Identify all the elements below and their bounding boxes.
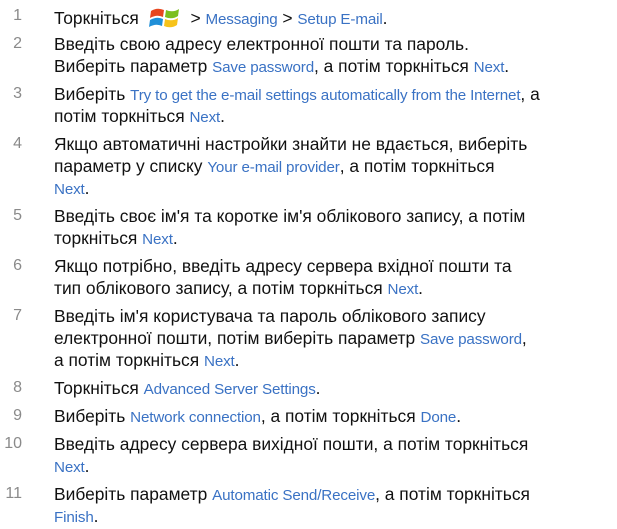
ui-term: Done bbox=[420, 409, 457, 426]
ui-term: Advanced Server Settings bbox=[143, 381, 316, 398]
step-text-segment: Введіть своє ім'я та коротке ім'я обліко… bbox=[54, 206, 526, 226]
step-line: Виберіть Network connection, а потім тор… bbox=[54, 405, 614, 427]
step-text-segment: Якщо потрібно, введіть адресу сервера вх… bbox=[54, 256, 512, 276]
step-line: тип облікового запису, а потім торкнітьс… bbox=[54, 277, 614, 299]
step-number: 2 bbox=[13, 35, 22, 52]
step-line: Якщо потрібно, введіть адресу сервера вх… bbox=[54, 255, 614, 277]
step-text-segment: . bbox=[84, 178, 90, 198]
step-text: Торкніться Advanced Server Settings. bbox=[54, 377, 614, 399]
step-number: 7 bbox=[13, 307, 22, 324]
step-text-segment: , а потім торкніться bbox=[314, 56, 474, 76]
step-number: 1 bbox=[13, 7, 22, 24]
windows-start-icon bbox=[148, 5, 182, 31]
ui-term: Messaging bbox=[205, 11, 278, 28]
step-line: Якщо автоматичні настройки знайти не вда… bbox=[54, 133, 614, 155]
step-line: Торкніться Advanced Server Settings. bbox=[54, 377, 614, 399]
step-number: 5 bbox=[13, 207, 22, 224]
ui-term: Next bbox=[473, 59, 505, 76]
step-number: 6 bbox=[13, 257, 22, 274]
step-text-segment: Введіть свою адресу електронної пошти та… bbox=[54, 34, 469, 54]
step-text-segment: . bbox=[93, 506, 99, 526]
step-number: 4 bbox=[13, 135, 22, 152]
ui-term: Next bbox=[189, 109, 221, 126]
step-text-segment: тип облікового запису, а потім торкнітьс… bbox=[54, 278, 388, 298]
step-text-segment: . bbox=[504, 56, 510, 76]
step-text-segment: > bbox=[277, 8, 298, 28]
step-text: Введіть ім'я користувача та пароль облік… bbox=[54, 305, 614, 371]
step-line: Введіть свою адресу електронної пошти та… bbox=[54, 33, 614, 55]
step-text-segment: Якщо автоматичні настройки знайти не вда… bbox=[54, 134, 528, 154]
ui-term: Next bbox=[387, 281, 419, 298]
step-number: 10 bbox=[4, 435, 22, 452]
step-text-segment: . bbox=[234, 350, 240, 370]
step-text: Виберіть параметр Automatic Send/Receive… bbox=[54, 483, 614, 527]
step-text: Торкніться > Messaging > Setup E-mail. bbox=[54, 5, 614, 28]
ui-term: Try to get the e-mail settings automatic… bbox=[130, 87, 521, 104]
step-text-segment: . bbox=[220, 106, 225, 126]
step-text: Виберіть Try to get the e-mail settings … bbox=[54, 83, 614, 127]
step-text-segment: Введіть ім'я користувача та пароль облік… bbox=[54, 306, 486, 326]
ui-term: Setup E-mail bbox=[297, 11, 383, 28]
step-text: Якщо потрібно, введіть адресу сервера вх… bbox=[54, 255, 614, 299]
step-line: Next. bbox=[54, 455, 614, 477]
step-text-segment: . bbox=[172, 228, 178, 248]
ui-term: Save password bbox=[420, 331, 522, 348]
step-text-segment: . bbox=[456, 406, 462, 426]
step-text-segment: торкніться bbox=[54, 228, 143, 248]
ui-term: Network connection bbox=[130, 409, 261, 426]
step-number: 8 bbox=[13, 379, 22, 396]
step-number: 9 bbox=[13, 407, 22, 424]
step-text: Введіть свою адресу електронної пошти та… bbox=[54, 33, 614, 77]
step-text-segment: > bbox=[185, 8, 206, 28]
step-text-segment: Виберіть bbox=[54, 406, 131, 426]
step-line: Виберіть параметр Save password, а потім… bbox=[54, 55, 614, 77]
ui-term: Next bbox=[142, 231, 173, 248]
step-text-segment: електронної пошти, потім виберіть параме… bbox=[54, 328, 421, 348]
step-text-segment: Виберіть параметр bbox=[54, 484, 213, 504]
step-text-segment: Виберіть параметр bbox=[54, 56, 213, 76]
step-text-segment: , а потім торкніться bbox=[375, 484, 530, 504]
ui-term: Finish bbox=[54, 509, 94, 526]
step-line: Виберіть Try to get the e-mail settings … bbox=[54, 83, 614, 105]
step-line: Введіть адресу сервера вихідної пошти, а… bbox=[54, 433, 614, 455]
step-text-segment: Введіть адресу сервера вихідної пошти, а… bbox=[54, 434, 529, 454]
step-line: Введіть ім'я користувача та пароль облік… bbox=[54, 305, 614, 327]
step-line: торкніться Next. bbox=[54, 227, 614, 249]
step-text-segment: Торкніться bbox=[54, 8, 144, 28]
step-line: Введіть своє ім'я та коротке ім'я обліко… bbox=[54, 205, 614, 227]
step-text-segment: параметр у списку bbox=[54, 156, 208, 176]
step-line: параметр у списку Your e-mail provider, … bbox=[54, 155, 614, 177]
step-line: а потім торкніться Next. bbox=[54, 349, 614, 371]
ui-term: Your e-mail provider bbox=[207, 159, 340, 176]
step-line: Виберіть параметр Automatic Send/Receive… bbox=[54, 483, 614, 505]
step-text-segment: , bbox=[521, 328, 527, 348]
ui-term: Next bbox=[54, 459, 85, 476]
step-text-segment: Торкніться bbox=[54, 378, 144, 398]
step-text-segment: Виберіть bbox=[54, 84, 131, 104]
step-text-segment: а потім торкніться bbox=[54, 350, 204, 370]
step-text: Введіть адресу сервера вихідної пошти, а… bbox=[54, 433, 614, 477]
step-text: Введіть своє ім'я та коротке ім'я обліко… bbox=[54, 205, 614, 249]
step-number: 3 bbox=[13, 85, 22, 102]
ui-term: Next bbox=[54, 181, 85, 198]
step-text-segment: потім торкніться bbox=[54, 106, 190, 126]
step-line: Finish. bbox=[54, 505, 614, 527]
step-line: потім торкніться Next. bbox=[54, 105, 614, 127]
step-text-segment: . bbox=[382, 8, 388, 28]
step-line: Next. bbox=[54, 177, 614, 199]
step-text-segment: . bbox=[84, 456, 90, 476]
step-text-segment: . bbox=[418, 278, 424, 298]
ui-term: Save password bbox=[212, 59, 314, 76]
step-text: Якщо автоматичні настройки знайти не вда… bbox=[54, 133, 614, 199]
ui-term: Automatic Send/Receive bbox=[212, 487, 376, 504]
step-line: Торкніться > Messaging > Setup E-mail. bbox=[54, 5, 614, 28]
step-number: 11 bbox=[5, 485, 22, 502]
ui-term: Next bbox=[204, 353, 235, 370]
step-text: Виберіть Network connection, а потім тор… bbox=[54, 405, 614, 427]
step-text-segment: , а bbox=[520, 84, 540, 104]
step-text-segment: , а потім торкніться bbox=[339, 156, 495, 176]
step-text-segment: . bbox=[315, 378, 321, 398]
step-text-segment: , а потім торкніться bbox=[260, 406, 421, 426]
step-line: електронної пошти, потім виберіть параме… bbox=[54, 327, 614, 349]
